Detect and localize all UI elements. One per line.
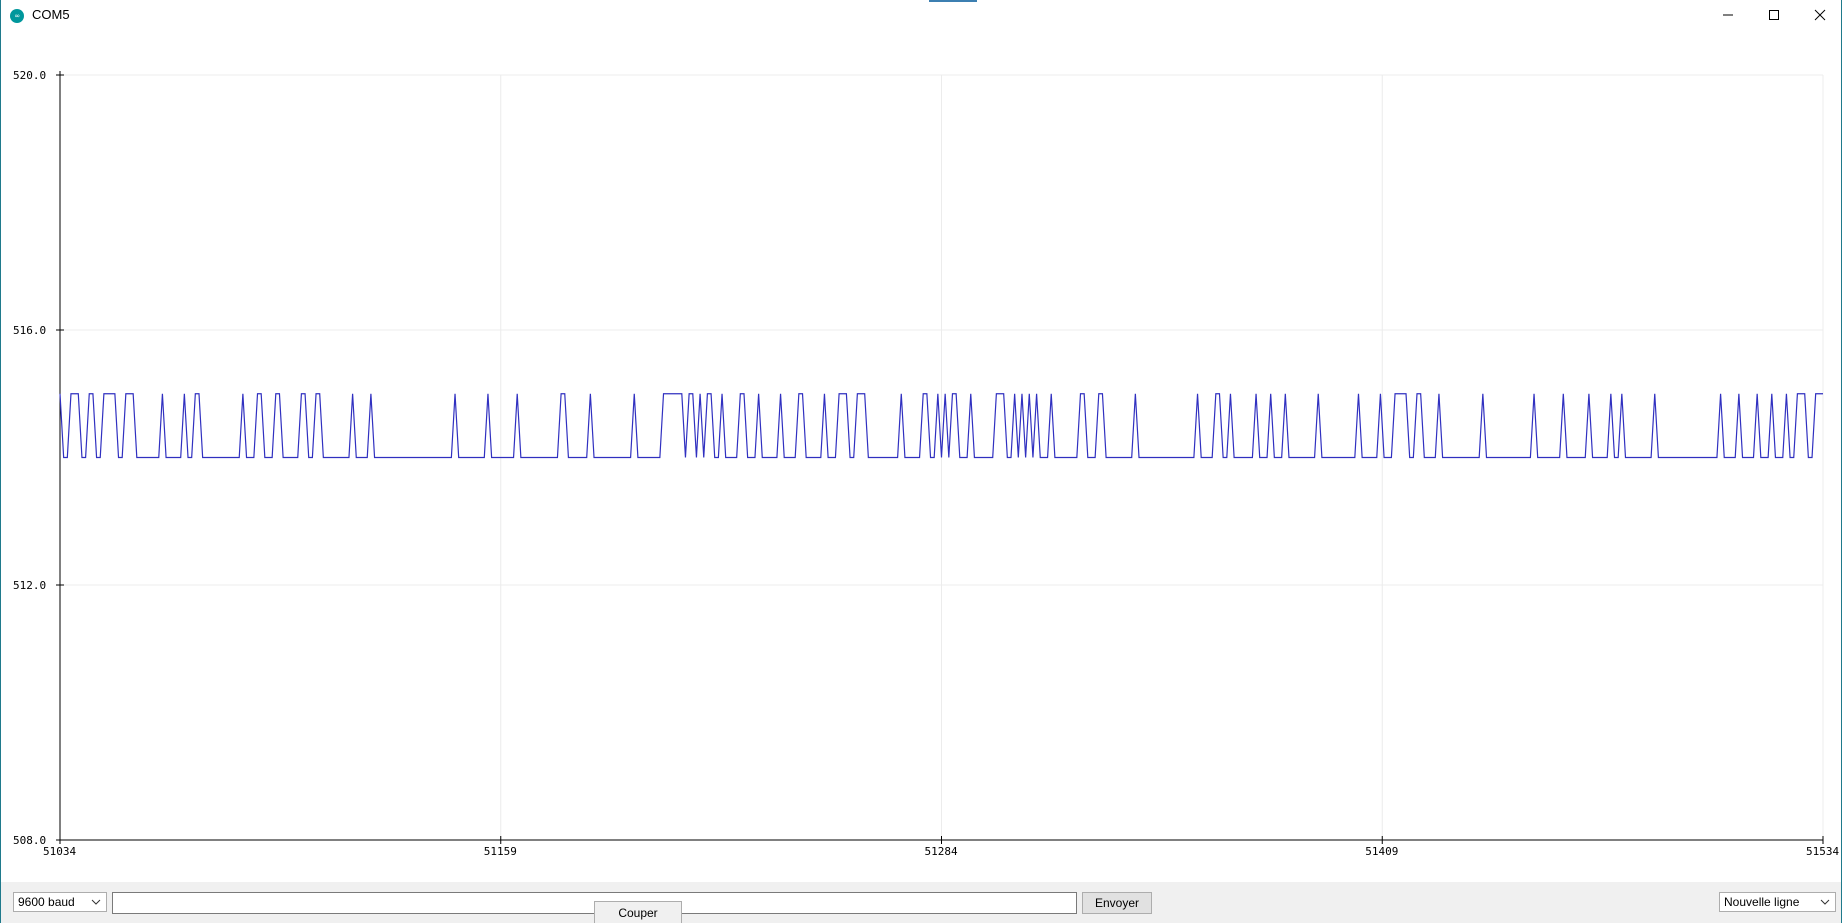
title-bar[interactable]: ∞ COM5 — [1, 0, 1841, 30]
window-title: COM5 — [32, 7, 70, 22]
x-tick-label: 51534 — [1806, 845, 1839, 858]
close-button[interactable] — [1797, 0, 1842, 30]
cut-button[interactable]: Couper — [594, 901, 682, 923]
x-tick-label: 51034 — [43, 845, 76, 858]
send-button[interactable]: Envoyer — [1082, 892, 1152, 914]
y-tick-label: 516.0 — [13, 324, 46, 337]
baud-select[interactable]: 9600 baud — [13, 892, 107, 912]
y-tick-label: 520.0 — [13, 69, 46, 82]
chevron-down-icon — [1820, 899, 1830, 905]
x-tick-label: 51159 — [484, 845, 517, 858]
line-ending-select[interactable]: Nouvelle ligne — [1719, 892, 1836, 912]
x-tick-label: 51284 — [925, 845, 958, 858]
y-tick-label: 508.0 — [13, 834, 46, 847]
maximize-button[interactable] — [1751, 0, 1797, 30]
plot-area: 508.0 512.0 516.0 520.0 51034 51159 51284 51409… — [1, 30, 1841, 882]
axis-layer: 508.0 512.0 516.0 520.0 51034 51159 51284 51409… — [13, 69, 1839, 858]
close-icon — [1814, 9, 1826, 21]
minimize-button[interactable] — [1705, 0, 1751, 30]
baud-value: 9600 baud — [18, 895, 75, 909]
x-tick-label: 51409 — [1365, 845, 1398, 858]
chevron-down-icon — [91, 899, 101, 905]
minimize-icon — [1723, 14, 1733, 16]
serial-plotter-window: ∞ COM5 508.0 512.0 516.0 520.0 51034 51159 512… — [0, 0, 1842, 923]
maximize-icon — [1769, 10, 1779, 20]
y-tick-label: 512.0 — [13, 579, 46, 592]
arduino-icon: ∞ — [10, 9, 24, 23]
line-ending-value: Nouvelle ligne — [1724, 895, 1800, 909]
serial-plot: 508.0 512.0 516.0 520.0 51034 51159 51284 51409… — [13, 69, 1839, 858]
title-accent — [929, 0, 977, 2]
bottom-toolbar: 9600 baud Envoyer Couper Nouvelle ligne — [1, 882, 1841, 923]
